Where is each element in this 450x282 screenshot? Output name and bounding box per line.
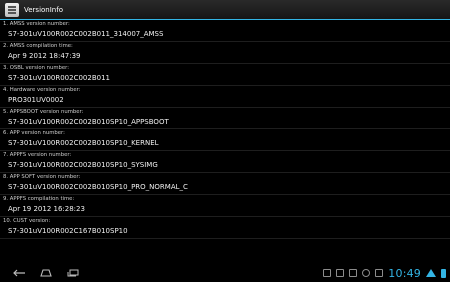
list-item: 2. AMSS compilation time: Apr 9 2012 18:… <box>0 42 450 64</box>
item-value: S7-301uV100R002C002B011 <box>8 73 111 82</box>
list-item: 1. AMSS version number: S7-301uV100R002C… <box>0 20 450 42</box>
item-label: 2. AMSS compilation time: <box>3 42 73 49</box>
wifi-icon <box>426 269 436 277</box>
item-label: 6. APP version number: <box>3 130 65 137</box>
recent-apps-button[interactable] <box>65 267 81 279</box>
usb-icon <box>336 269 345 277</box>
item-value: S7-301uV100R002C002B011_314007_AMSS <box>8 30 164 38</box>
app-title: VersionInfo <box>24 5 63 14</box>
download-icon <box>349 269 358 277</box>
notification-icon <box>323 269 332 277</box>
clock: 10:49 <box>388 266 421 280</box>
list-item: 9. APPFS compilation time: Apr 19 2012 1… <box>0 195 450 218</box>
item-value: S7-301uV100R002C002B010SP10_SYSIMG <box>8 161 158 170</box>
item-value: S7-301uV100R002C002B010SP10_PRO_NORMAL_C <box>8 183 188 192</box>
list-item: 7. APPFS version number: S7-301uV100R002… <box>0 151 450 174</box>
settings-icon <box>362 269 371 277</box>
item-label: 4. Hardware version number: <box>3 86 81 93</box>
list-item: 10. CUST version: S7-301uV100R002C167B01… <box>0 217 450 239</box>
item-label: 3. OSBL version number: <box>3 64 69 71</box>
battery-icon <box>441 268 446 278</box>
item-label: 1. AMSS version number: <box>3 21 70 27</box>
action-bar: VersionInfo <box>0 0 450 20</box>
home-icon <box>40 269 52 277</box>
item-value: S7-301uV100R002C002B010SP10_APPSBOOT <box>8 117 169 126</box>
list-item: 8. APP SOFT version number: S7-301uV100R… <box>0 173 450 196</box>
app-document-icon[interactable] <box>5 2 19 17</box>
recent-apps-icon <box>67 269 79 277</box>
list-item: 4. Hardware version number: PRO301UV0002 <box>0 86 450 108</box>
item-value: S7-301uV100R002C002B010SP10_KERNEL <box>8 139 159 148</box>
item-value: S7-301uV100R002C167B010SP10 <box>8 227 128 236</box>
home-button[interactable] <box>38 267 54 279</box>
item-label: 8. APP SOFT version number: <box>3 174 81 181</box>
android-icon <box>375 269 384 277</box>
item-label: 10. CUST version: <box>3 218 51 225</box>
item-label: 5. APPSBOOT version number: <box>3 108 84 115</box>
item-value: PRO301UV0002 <box>8 95 64 104</box>
back-arrow-icon <box>13 269 25 277</box>
item-label: 7. APPFS version number: <box>3 152 72 159</box>
list-item: 3. OSBL version number: S7-301uV100R002C… <box>0 64 450 86</box>
status-area[interactable]: 10:49 <box>323 264 446 282</box>
item-label: 9. APPFS compilation time: <box>3 196 75 203</box>
list-item: 5. APPSBOOT version number: S7-301uV100R… <box>0 108 450 130</box>
version-list: 1. AMSS version number: S7-301uV100R002C… <box>0 20 450 239</box>
list-item: 6. APP version number: S7-301uV100R002C0… <box>0 129 450 152</box>
item-value: Apr 19 2012 16:28:23 <box>8 205 85 214</box>
item-value: Apr 9 2012 18:47:39 <box>8 51 81 60</box>
back-button[interactable] <box>11 267 27 279</box>
